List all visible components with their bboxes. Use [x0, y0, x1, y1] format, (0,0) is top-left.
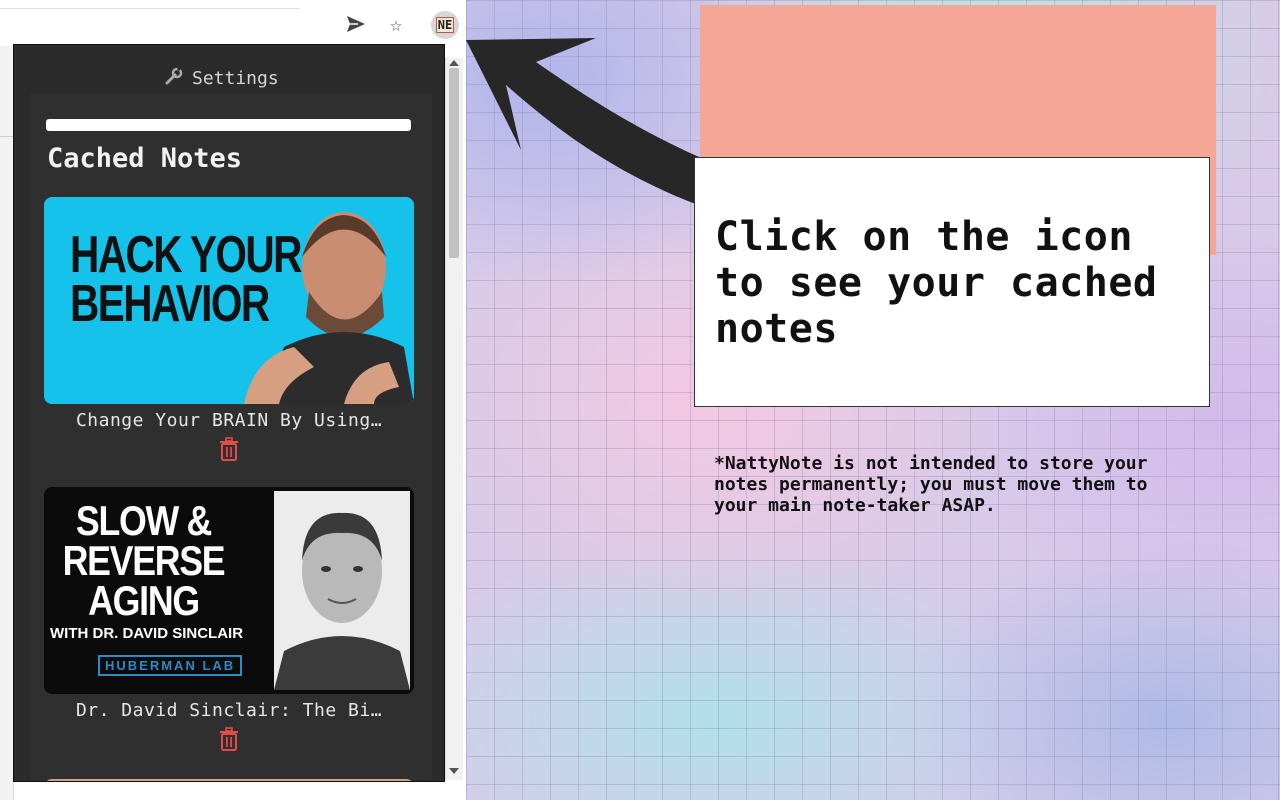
note-thumbnail[interactable]: HACK YOUR BEHAVIOR: [44, 197, 414, 404]
extension-popup: Settings Cached Notes HACK YOUR BEHAVIOR: [13, 44, 445, 782]
thumbnail-line: BEHAVIOR: [70, 275, 270, 334]
settings-link[interactable]: Settings: [164, 63, 279, 96]
page-edge: [0, 46, 14, 800]
extension-icon-label: NE: [435, 17, 455, 33]
thumbnail-brand: HUBERMAN LAB: [98, 655, 243, 676]
note-title[interactable]: Dr. David Sinclair: The Bi…: [44, 700, 414, 721]
scrollbar-thumb[interactable]: [449, 68, 459, 258]
note-thumbnail[interactable]: SLOW & REVERSE AGING WITH DR. DAVID SINC…: [44, 487, 414, 694]
search-bar[interactable]: [46, 119, 411, 131]
note-card-partial[interactable]: [44, 779, 414, 781]
callout-box: Click on the icon to see your cached not…: [694, 157, 1210, 407]
cached-notes-heading: Cached Notes: [47, 143, 243, 174]
thumbnail-line: AGING: [88, 576, 200, 624]
callout-headline: Click on the icon to see your cached not…: [715, 214, 1158, 352]
thumbnail-line: REVERSE: [62, 536, 226, 584]
trash-icon[interactable]: [218, 437, 240, 461]
note-title[interactable]: Change Your BRAIN By Using…: [44, 410, 414, 431]
disclaimer-text: *NattyNote is not intended to store your…: [714, 453, 1148, 516]
thumbnail-headline: HACK YOUR BEHAVIOR: [70, 226, 304, 334]
note-card[interactable]: HACK YOUR BEHAVIOR Change Your BRAIN By …: [44, 197, 414, 461]
thumbnail-line: HACK YOUR: [70, 226, 302, 284]
thumbnail-headline: SLOW & REVERSE AGING: [50, 497, 237, 624]
scrollbar[interactable]: [445, 58, 463, 780]
settings-label: Settings: [192, 67, 279, 89]
trash-icon[interactable]: [218, 727, 240, 751]
wrench-icon: [164, 65, 184, 91]
scroll-up-icon[interactable]: [449, 60, 459, 66]
extension-icon[interactable]: NE: [431, 11, 459, 39]
page-divider: [0, 136, 13, 137]
share-icon[interactable]: [344, 12, 368, 36]
scroll-down-icon[interactable]: [449, 768, 459, 774]
thumbnail-subtext: WITH DR. DAVID SINCLAIR: [50, 625, 244, 642]
person-photo: [274, 491, 410, 690]
thumbnail-line: SLOW &: [75, 497, 212, 544]
bookmark-star-icon[interactable]: ☆: [384, 12, 408, 36]
browser-window: ☆ NE Settings Cached Notes HACK YOUR BEH…: [0, 0, 466, 800]
tab-strip: [0, 0, 300, 9]
note-card[interactable]: SLOW & REVERSE AGING WITH DR. DAVID SINC…: [44, 487, 414, 751]
browser-toolbar: ☆ NE: [0, 0, 466, 46]
